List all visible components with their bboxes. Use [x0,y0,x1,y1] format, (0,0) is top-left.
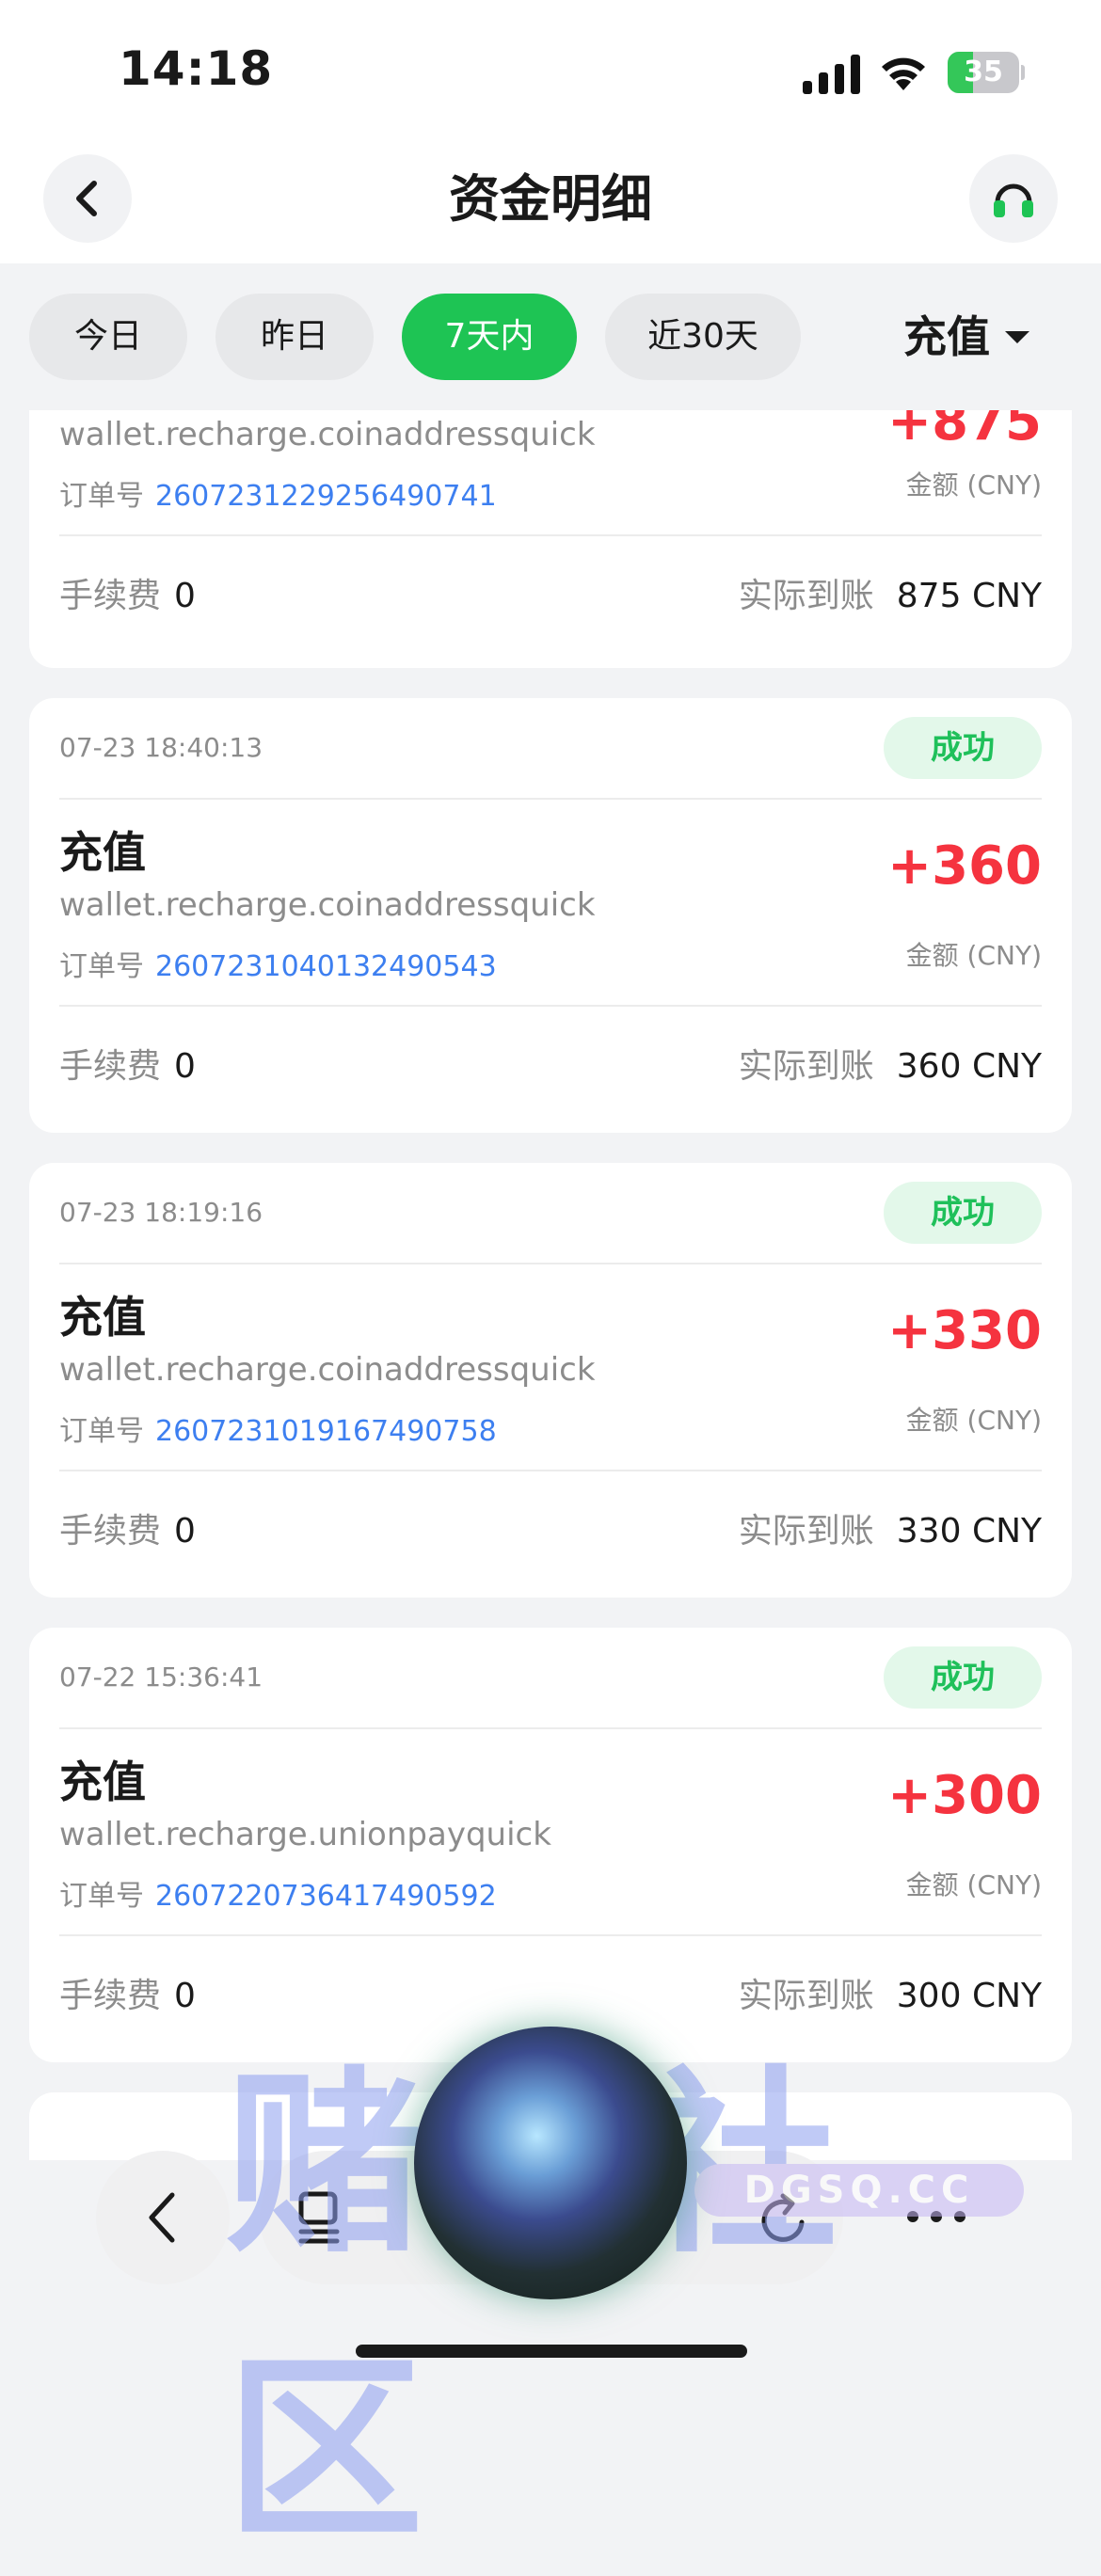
amount-unit: 金额 (CNY) [905,1869,1042,1900]
received-line: 实际到账 330 CNY [739,1503,1042,1552]
order-label: 订单号 [59,950,144,983]
record-method: wallet.recharge.coinaddressquick [59,416,596,453]
divider [59,534,1042,536]
record-card[interactable]: 07-23 18:19:16 成功 充值 +330 wallet.recharg… [29,1163,1072,1598]
record-time: 07-23 18:40:13 [59,732,263,763]
divider [59,798,1042,800]
status-badge: 成功 [884,1646,1042,1709]
divider [59,1005,1042,1007]
amount-unit: 金额 (CNY) [905,1405,1042,1436]
record-title: 充值 [59,827,146,878]
order-label: 订单号 [59,480,144,513]
record-card[interactable]: +875 wallet.recharge.coinaddressquick 订单… [29,410,1072,668]
record-amount: +330 [887,1300,1042,1361]
received-line: 实际到账 875 CNY [739,568,1042,617]
type-filter-dropdown[interactable]: 充值 [903,294,1029,380]
record-time: 07-22 15:36:41 [59,1662,263,1693]
record-title: 充值 [59,1292,146,1343]
page-title: 资金明细 [449,169,652,229]
filter-chip-7-days[interactable]: 7天内 [402,294,577,380]
fee-label: 手续费 [59,577,162,615]
record-order-line: 订单号 2607231019167490758 [59,1407,497,1449]
received-value: 875 CNY [896,577,1042,615]
divider [59,1727,1042,1729]
home-indicator[interactable] [356,2345,747,2358]
divider [59,1470,1042,1471]
nav-bar: 资金明细 [0,141,1101,263]
battery-icon: 35 [948,52,1025,93]
browser-toolbar: 赌资社区 DGSQ.CC [0,2027,1101,2566]
fee-line: 手续费 0 [59,1968,196,2017]
fee-value: 0 [174,1047,196,1086]
amount-unit: 金额 (CNY) [905,940,1042,971]
fee-line: 手续费 0 [59,1503,196,1552]
headset-icon [994,183,1033,217]
record-card[interactable]: 07-23 18:40:13 成功 充值 +360 wallet.recharg… [29,698,1072,1133]
received-value: 360 CNY [896,1047,1042,1086]
received-line: 实际到账 360 CNY [739,1039,1042,1088]
order-number[interactable]: 2607231229256490741 [155,480,497,513]
fee-line: 手续费 0 [59,1039,196,1088]
fee-line: 手续费 0 [59,568,196,617]
battery-level: 35 [964,56,1003,88]
chevron-left-icon [149,2192,175,2243]
order-label: 订单号 [59,1880,144,1913]
fee-label: 手续费 [59,1047,162,1086]
fee-label: 手续费 [59,1512,162,1550]
record-amount: +875 [887,410,1042,453]
order-number[interactable]: 2607220736417490592 [155,1880,497,1913]
caret-down-icon [1005,330,1029,343]
record-card[interactable]: 07-22 15:36:41 成功 充值 +300 wallet.recharg… [29,1628,1072,2062]
wifi-icon [882,57,925,90]
record-method: wallet.recharge.coinaddressquick [59,1351,596,1389]
record-list[interactable]: +875 wallet.recharge.coinaddressquick 订单… [0,410,1101,2160]
watermark-badge: DGSQ.CC [694,2164,1024,2217]
record-order-line: 订单号 2607231229256490741 [59,472,497,514]
record-order-line: 订单号 2607220736417490592 [59,1872,497,1914]
status-bar: 14:18 35 [0,0,1101,141]
record-time: 07-23 18:19:16 [59,1197,263,1228]
status-time: 14:18 [119,41,274,96]
amount-unit: 金额 (CNY) [905,469,1042,501]
record-method: wallet.recharge.coinaddressquick [59,886,596,924]
record-amount: +360 [887,835,1042,897]
order-number[interactable]: 2607231040132490543 [155,950,497,983]
divider [59,1934,1042,1936]
record-amount: +300 [887,1765,1042,1826]
received-label: 实际到账 [738,1047,874,1086]
status-badge: 成功 [884,717,1042,779]
filter-chip-yesterday[interactable]: 昨日 [215,294,374,380]
customer-service-button[interactable] [969,154,1058,243]
filter-chip-30-days[interactable]: 近30天 [605,294,801,380]
record-title: 充值 [59,1757,146,1807]
order-number[interactable]: 2607231019167490758 [155,1415,497,1448]
fee-value: 0 [174,1512,196,1550]
record-method: wallet.recharge.unionpayquick [59,1816,551,1853]
fee-value: 0 [174,577,196,615]
type-filter-label: 充值 [903,311,990,362]
fee-label: 手续费 [59,1977,162,2015]
received-label: 实际到账 [738,1512,874,1550]
received-label: 实际到账 [738,577,874,615]
received-value: 330 CNY [896,1512,1042,1550]
siri-orb[interactable] [414,2027,687,2299]
signal-icon [803,55,860,94]
order-label: 订单号 [59,1415,144,1448]
record-order-line: 订单号 2607231040132490543 [59,943,497,984]
status-badge: 成功 [884,1182,1042,1244]
divider [59,1263,1042,1264]
filter-chip-today[interactable]: 今日 [29,294,187,380]
filter-bar: 今日 昨日 7天内 近30天 充值 [0,263,1101,410]
